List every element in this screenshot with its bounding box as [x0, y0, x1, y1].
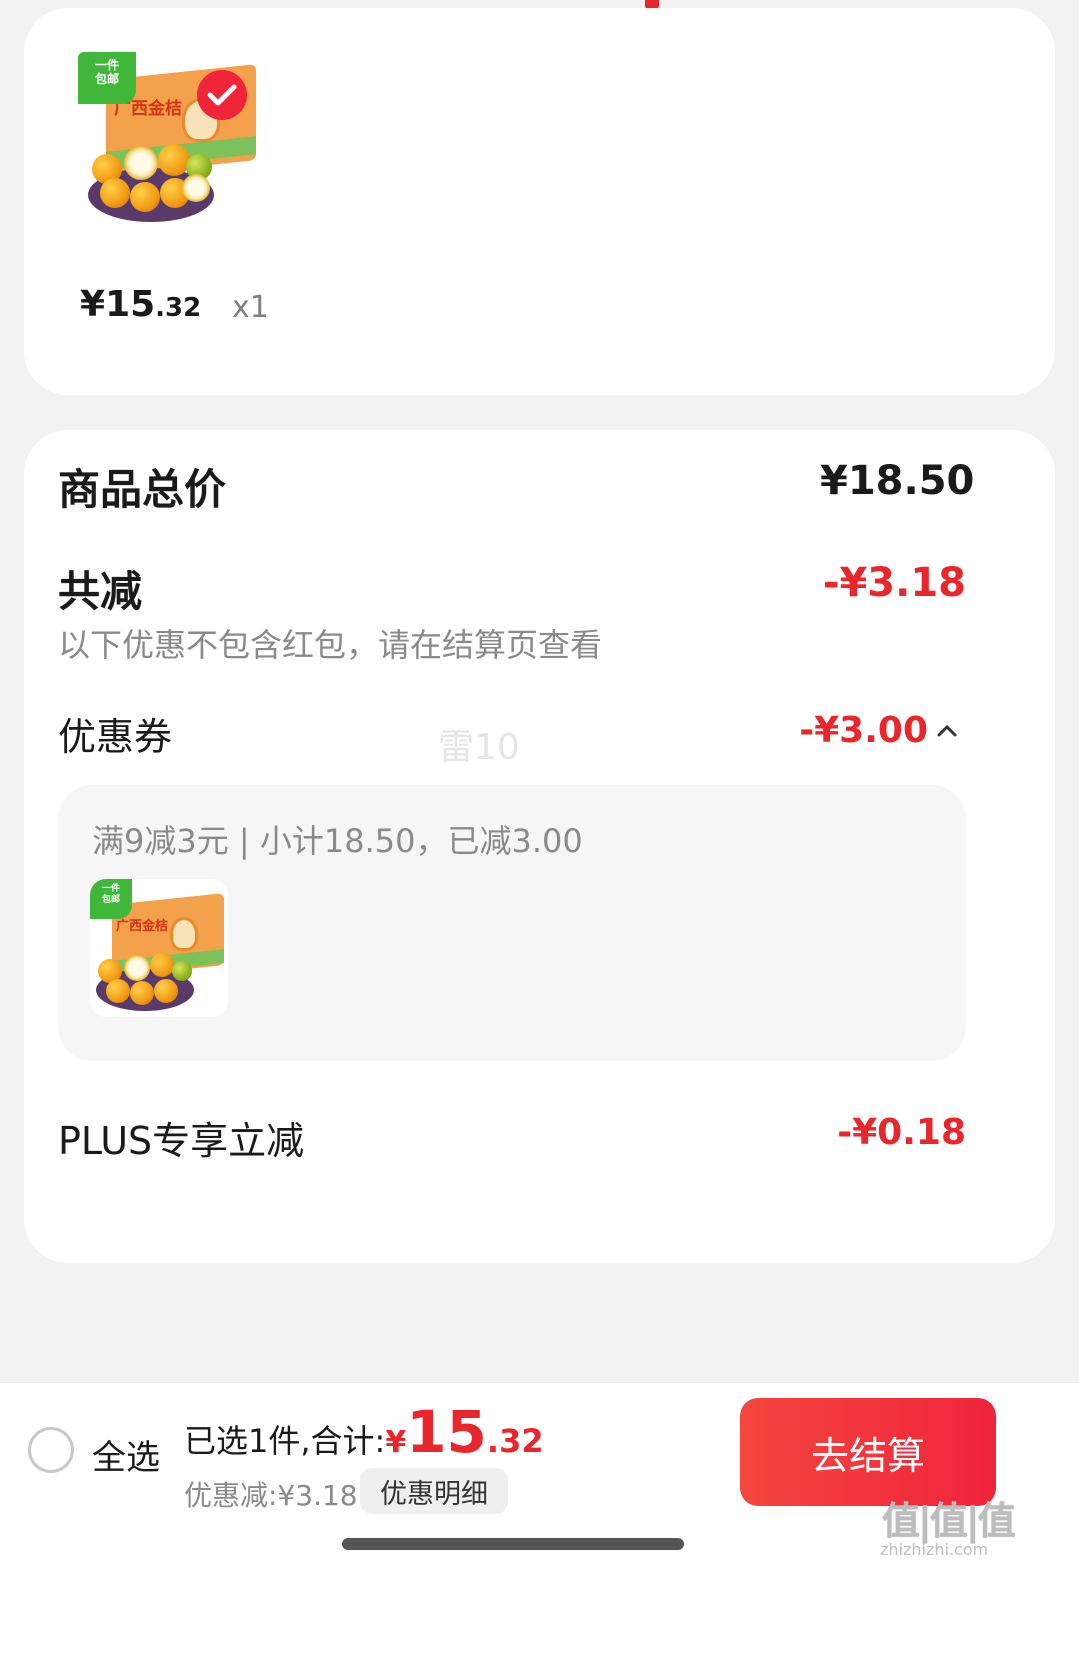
selected-check-icon[interactable] [197, 70, 247, 120]
kumquat-fruit [106, 979, 130, 1003]
discount-note: 以下优惠不包含红包，请在结算页查看 [58, 626, 603, 664]
total-price-label: 商品总价 [58, 465, 227, 514]
select-all-label[interactable]: 全选 [92, 1430, 160, 1479]
select-all-checkbox[interactable] [28, 1427, 74, 1473]
kumquat-fruit [150, 953, 174, 977]
price-symbol: ¥ [80, 284, 106, 325]
kumquat-fruit-cut [124, 955, 150, 981]
kumquat-fruit [154, 979, 178, 1003]
kumquat-fruit-green [172, 961, 192, 981]
kumquat-fruit [130, 182, 160, 212]
product-box-brand: 广西金桔 [116, 919, 169, 934]
coupon-product-thumbnail: 广西金桔 一件 包邮 [90, 879, 228, 1017]
kumquat-fruit-cut [182, 174, 210, 202]
coupon-value: -¥3.00 [799, 710, 928, 751]
total-symbol: ¥ [385, 1425, 407, 1460]
price-integer: 15 [105, 284, 156, 325]
product-image-small: 广西金桔 一件 包邮 [90, 879, 228, 1017]
mascot-icon [170, 917, 198, 951]
discount-label: 共减 [58, 567, 143, 616]
product-quantity: x1 [232, 290, 269, 325]
kumquat-fruit-cut [124, 146, 158, 180]
selected-count-text: 已选1件,合计: [184, 1422, 386, 1460]
price-decimal: .32 [155, 293, 202, 323]
plus-discount-label: PLUS专享立减 [58, 1119, 305, 1163]
discount-value: -¥3.18 [822, 560, 966, 606]
free-shipping-tag: 一件 包邮 [78, 52, 136, 104]
chevron-up-icon [937, 724, 957, 737]
site-watermark-url: zhizhizhi.com [880, 1540, 989, 1559]
coupon-rule-text: 满9减3元 | 小计18.50，已减3.00 [92, 822, 583, 860]
total-decimal: .32 [486, 1422, 544, 1460]
total-integer: 15 [406, 1398, 487, 1466]
center-watermark: 雷10 [438, 727, 520, 768]
free-shipping-tag: 一件 包邮 [90, 879, 132, 919]
product-price: ¥15.32 [80, 284, 201, 325]
coupon-label: 优惠券 [58, 715, 173, 759]
kumquat-fruit [100, 178, 130, 208]
coupon-toggle[interactable]: -¥3.00 [780, 710, 966, 754]
selected-total: 已选1件,合计:¥15.32 [184, 1398, 544, 1466]
discount-detail-button[interactable]: 优惠明细 [360, 1468, 508, 1514]
saved-amount-text: 优惠减:¥3.18 [184, 1479, 358, 1512]
kumquat-fruit [130, 981, 154, 1005]
plus-discount-value: -¥0.18 [837, 1112, 966, 1153]
kumquat-fruit [158, 144, 190, 176]
total-price-value: ¥18.50 [820, 458, 975, 504]
home-indicator[interactable] [342, 1538, 684, 1550]
